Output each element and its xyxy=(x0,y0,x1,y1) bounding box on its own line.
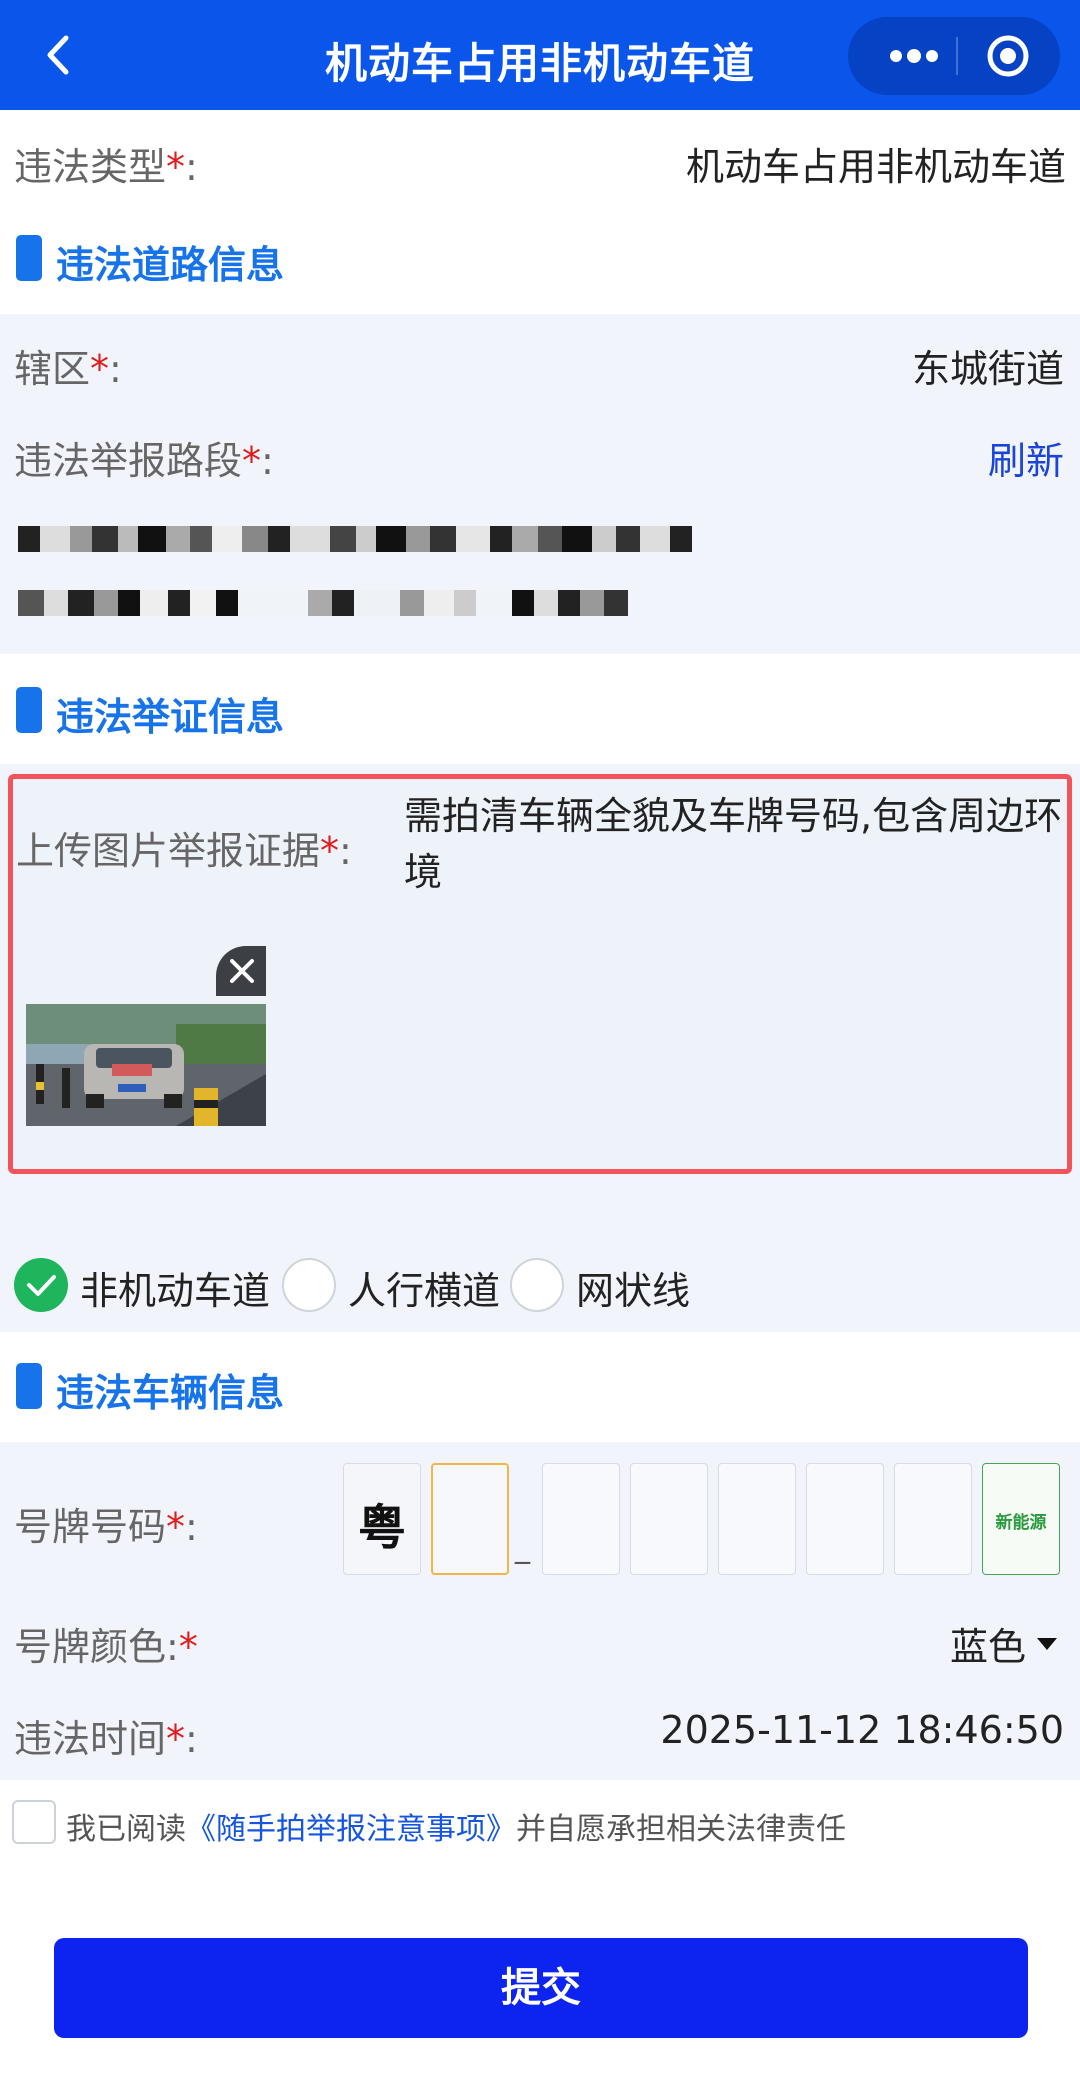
refresh-link[interactable]: 刷新 xyxy=(988,430,1064,485)
plate-province-box[interactable]: 粤 xyxy=(343,1463,421,1575)
checkmark-icon xyxy=(27,1275,56,1296)
report-page: 机动车占用非机动车道 违法类型*: 机动车占用非机动车道 违法道路信息 辖区*:… xyxy=(0,0,1080,2076)
upload-hint: 需拍清车辆全貌及车牌号码,包含周边环境 xyxy=(404,794,1063,894)
section-vehicle-header: 违法车辆信息 xyxy=(0,1336,1080,1436)
notice-link[interactable]: 《随手拍举报注意事项》 xyxy=(186,1812,516,1847)
plate-char-box-1[interactable] xyxy=(431,1463,509,1575)
redacted-address-line-1 xyxy=(18,526,692,554)
plate-color-label: 号牌颜色:* xyxy=(14,1625,198,1669)
section-marker xyxy=(16,1363,42,1409)
target-icon[interactable] xyxy=(968,17,1060,95)
new-energy-label: 新能源 xyxy=(995,1513,1047,1533)
plate-char-box-2[interactable] xyxy=(542,1463,620,1575)
plate-char-box-3[interactable] xyxy=(630,1463,708,1575)
section-evidence-title: 违法举证信息 xyxy=(56,695,285,739)
plate-char-box-6[interactable] xyxy=(894,1463,972,1575)
plate-char-box-4[interactable] xyxy=(718,1463,796,1575)
plate-separator: _ xyxy=(515,1530,530,1565)
section-vehicle-title: 违法车辆信息 xyxy=(56,1371,285,1415)
nav-bar: 机动车占用非机动车道 xyxy=(0,0,1080,110)
option-label[interactable]: 网状线 xyxy=(576,1260,690,1315)
violation-type-label: 违法类型*: xyxy=(14,145,198,189)
plate-char-box-5[interactable] xyxy=(806,1463,884,1575)
section-road-header: 违法道路信息 xyxy=(0,208,1080,308)
violation-time-label: 违法时间*: xyxy=(14,1717,198,1761)
mini-program-capsule xyxy=(848,17,1060,95)
plate-province: 粤 xyxy=(357,1500,406,1556)
redacted-address-line-2 xyxy=(18,590,628,618)
radio-crosswalk[interactable] xyxy=(282,1258,336,1312)
road-panel: 辖区*: 东城街道 违法举报路段*: 刷新 xyxy=(0,314,1080,654)
section-marker xyxy=(16,235,42,281)
plate-number-label: 号牌号码*: xyxy=(14,1505,198,1549)
violation-type-value: 机动车占用非机动车道 xyxy=(685,145,1066,189)
option-label[interactable]: 非机动车道 xyxy=(80,1260,270,1315)
remove-photo-button[interactable] xyxy=(216,946,266,996)
district-value[interactable]: 东城街道 xyxy=(912,338,1064,393)
plate-color-select[interactable]: 蓝色 xyxy=(950,1616,1058,1671)
violation-time-value[interactable]: 2025-11-12 18:46:50 xyxy=(660,1708,1064,1752)
radio-non-motor-lane[interactable] xyxy=(14,1258,68,1312)
district-label: 辖区*: xyxy=(14,347,122,391)
evidence-photo-thumbnail[interactable] xyxy=(26,1004,266,1126)
close-icon xyxy=(230,959,254,983)
option-label[interactable]: 人行横道 xyxy=(348,1260,500,1315)
road-segment-label: 违法举报路段*: xyxy=(14,439,274,483)
section-evidence-header: 违法举证信息 xyxy=(0,660,1080,760)
caret-down-icon xyxy=(1037,1637,1057,1650)
agreement-checkbox[interactable] xyxy=(12,1800,56,1844)
agreement-text: 我已阅读《随手拍举报注意事项》并自愿承担相关法律责任 xyxy=(66,1812,846,1847)
more-dots-icon[interactable] xyxy=(868,17,958,95)
section-road-title: 违法道路信息 xyxy=(56,243,285,287)
plate-new-energy-box[interactable]: 新能源 xyxy=(982,1463,1060,1575)
upload-evidence-label: 上传图片举报证据*: xyxy=(16,829,352,873)
capsule-divider xyxy=(956,37,958,75)
radio-grid-line[interactable] xyxy=(510,1258,564,1312)
section-marker xyxy=(16,687,42,733)
submit-button[interactable]: 提交 xyxy=(54,1938,1028,2038)
plate-color-value: 蓝色 xyxy=(949,1625,1026,1669)
